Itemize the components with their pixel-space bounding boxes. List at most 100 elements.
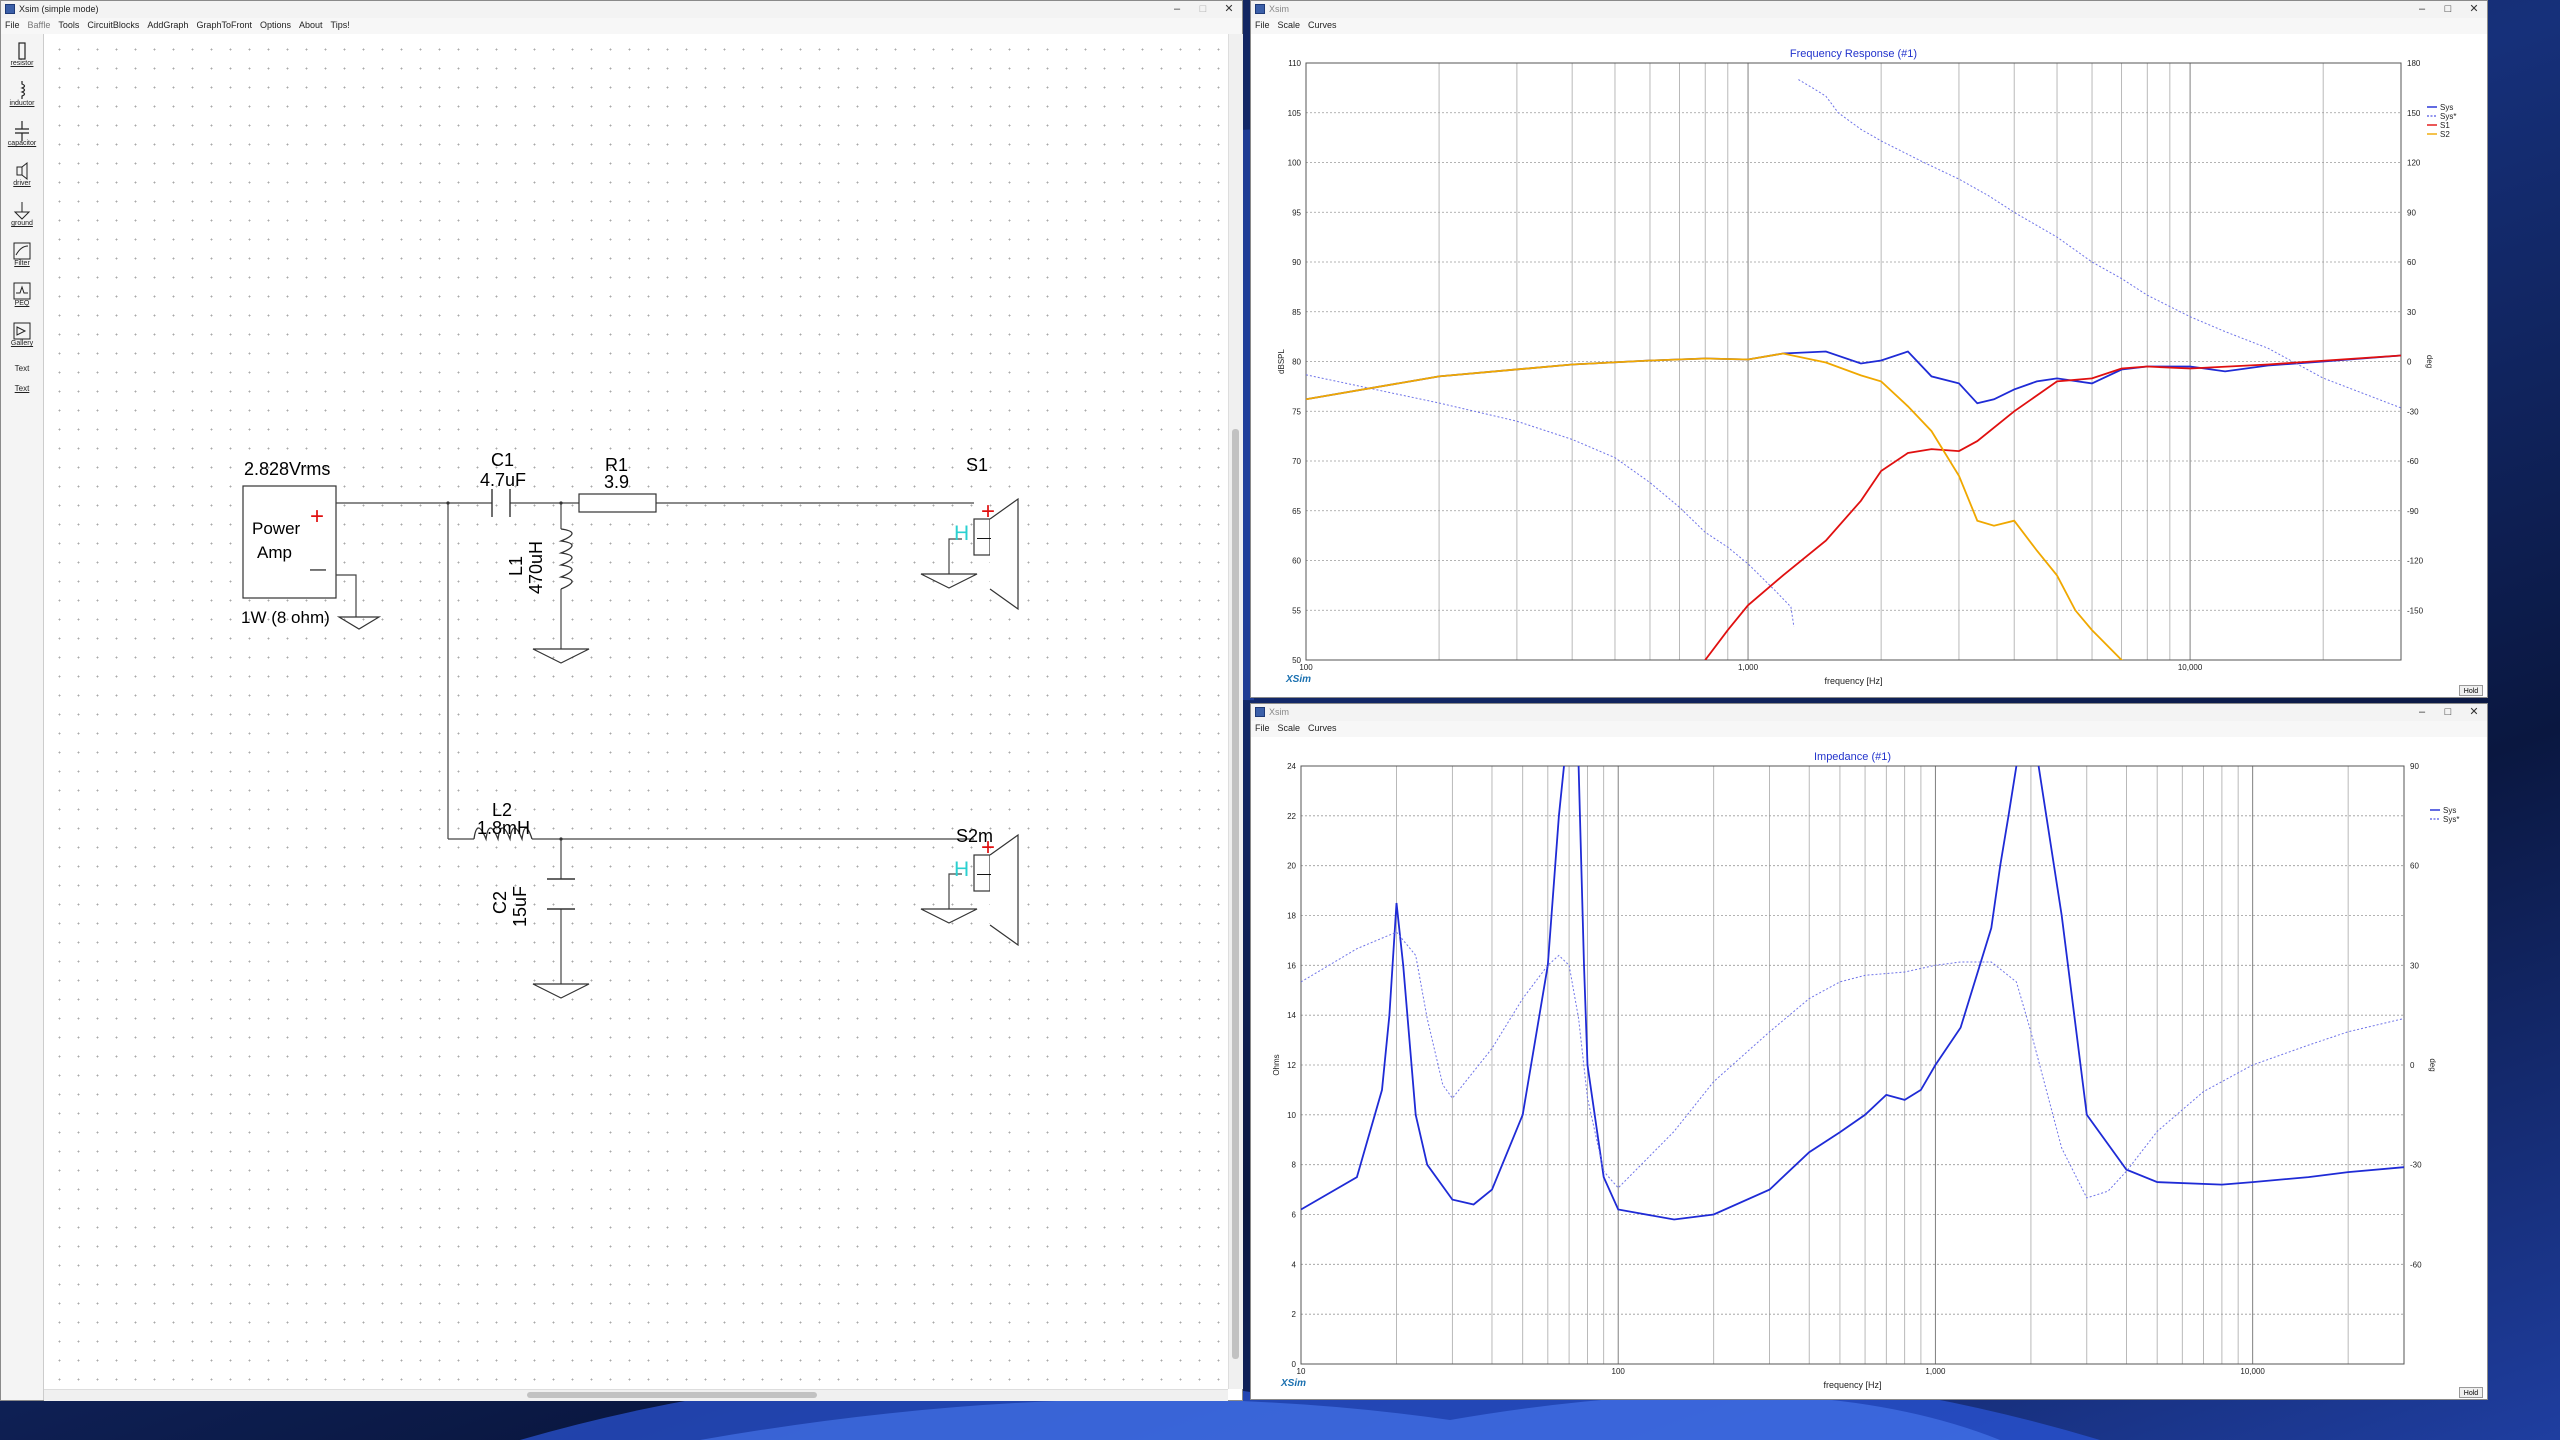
menu-graphtofront[interactable]: GraphToFront xyxy=(192,18,256,30)
chart-title: Frequency Response (#1) xyxy=(1790,48,1917,60)
main-menubar: File Baffle Tools CircuitBlocks AddGraph Grap… xyxy=(1,18,1242,34)
menu-file[interactable]: File xyxy=(1251,721,1274,733)
x-axis-label: frequency [Hz] xyxy=(1824,676,1882,686)
hold-button[interactable]: Hold xyxy=(2459,685,2483,696)
capacitor-c1[interactable]: C1 4.7uF xyxy=(480,450,526,517)
ground-l1 xyxy=(532,648,590,664)
maximize-button[interactable]: □ xyxy=(2435,704,2461,721)
power-amp[interactable]: 2.828Vrms Power Amp + — 1W (8 ohm) xyxy=(241,459,337,627)
menu-circuitblocks[interactable]: CircuitBlocks xyxy=(83,18,143,30)
vertical-scrollbar[interactable] xyxy=(1228,34,1243,1389)
tool-ground[interactable]: ground xyxy=(4,200,40,227)
tool-inductor[interactable]: inductor xyxy=(4,80,40,107)
xsim-main-window: Xsim (simple mode) – □ ✕ File Baffle Tools… xyxy=(0,0,1243,1401)
menu-scale[interactable]: Scale xyxy=(1274,18,1305,30)
close-button[interactable]: ✕ xyxy=(2461,704,2487,721)
menu-curves[interactable]: Curves xyxy=(1304,18,1341,30)
tool-filter[interactable]: Filter xyxy=(4,240,40,267)
y-tick-label: 105 xyxy=(1288,109,1302,118)
chart-background xyxy=(1251,34,2487,696)
menu-addgraph[interactable]: AddGraph xyxy=(143,18,192,30)
inductor-l2[interactable]: L2 1.8mH xyxy=(473,800,533,842)
tool-capacitor[interactable]: capacitor xyxy=(4,120,40,147)
minimize-button[interactable]: – xyxy=(1164,1,1190,18)
menu-scale[interactable]: Scale xyxy=(1274,721,1305,733)
tool-text[interactable]: Text xyxy=(4,360,40,373)
x-tick-label: 10,000 xyxy=(2178,663,2203,672)
text-icon: Text xyxy=(14,364,30,373)
inductor-icon xyxy=(11,80,33,102)
tool-driver[interactable]: driver xyxy=(4,160,40,187)
y-tick-label: 55 xyxy=(1292,606,1301,615)
y2-tick-label: -150 xyxy=(2407,606,2424,615)
capacitor-c2[interactable]: C2 15uF xyxy=(490,878,575,927)
minimize-button[interactable]: – xyxy=(2409,1,2435,18)
menu-curves[interactable]: Curves xyxy=(1304,721,1341,733)
y2-tick-label: 90 xyxy=(2410,762,2419,771)
ground-s1 xyxy=(920,573,978,589)
driver-s2m[interactable]: H + — S2m xyxy=(954,826,1019,947)
tool-peq[interactable]: PEQ xyxy=(4,280,40,307)
ground-s2 xyxy=(920,908,978,924)
y2-tick-label: 90 xyxy=(2407,208,2416,217)
tool-label: Filter xyxy=(14,260,30,267)
minimize-button[interactable]: – xyxy=(2409,704,2435,721)
c2-value: 15uF xyxy=(510,886,530,927)
menu-file[interactable]: File xyxy=(1,18,24,30)
legend-label: Sys xyxy=(2443,806,2456,815)
y-tick-label: 90 xyxy=(1292,258,1301,267)
maximize-button[interactable]: □ xyxy=(2435,1,2461,18)
y-tick-label: 4 xyxy=(1292,1260,1297,1269)
y2-tick-label: -60 xyxy=(2410,1260,2422,1269)
x-tick-label: 10,000 xyxy=(2240,1367,2265,1376)
amp-label-power: Power xyxy=(252,519,301,538)
hold-button[interactable]: Hold xyxy=(2459,1387,2483,1398)
frequency-graph-window: Xsim – □ ✕ File Scale Curves 110 105 100 95 90… xyxy=(1250,0,2488,698)
amp-voltage-label: 2.828Vrms xyxy=(244,459,330,479)
menu-options[interactable]: Options xyxy=(256,18,295,30)
y-tick-label: 70 xyxy=(1292,457,1301,466)
maximize-button[interactable]: □ xyxy=(1190,1,1216,18)
legend-label: S1 xyxy=(2440,121,2450,130)
menu-baffle[interactable]: Baffle xyxy=(24,18,55,30)
menu-tools[interactable]: Tools xyxy=(54,18,83,30)
y-tick-label: 95 xyxy=(1292,208,1301,217)
legend-label: Sys* xyxy=(2443,815,2459,824)
horizontal-scroll-thumb[interactable] xyxy=(527,1392,817,1398)
y2-tick-label: 0 xyxy=(2410,1061,2415,1070)
tool-resistor[interactable]: resistor xyxy=(4,40,40,67)
vertical-scroll-thumb[interactable] xyxy=(1232,429,1239,1359)
y-tick-label: 80 xyxy=(1292,358,1301,367)
inductor-l1[interactable]: L1 470uH xyxy=(506,528,573,594)
resistor-r1[interactable]: R1 3.9 xyxy=(578,455,657,513)
y2-axis-label: deg xyxy=(2425,355,2434,368)
legend-label: Sys xyxy=(2440,103,2453,112)
s1-plus: + xyxy=(981,498,995,525)
x-tick-label: 1,000 xyxy=(1738,663,1759,672)
close-button[interactable]: ✕ xyxy=(2461,1,2487,18)
c2-name: C2 xyxy=(490,891,510,914)
driver-s1[interactable]: H + — S1 xyxy=(954,455,1019,611)
l1-name: L1 xyxy=(506,556,526,576)
gallery-icon xyxy=(11,320,33,342)
schematic-canvas[interactable]: 2.828Vrms Power Amp + — 1W (8 ohm) C1 4.… xyxy=(44,34,1228,1389)
impedance-chart[interactable]: 2422201816141210864209060300-30-6010 100 1… xyxy=(1251,737,2487,1398)
frequency-response-chart[interactable]: 1101051009590858075706560555018015012090… xyxy=(1251,34,2487,696)
s2-name: S2m xyxy=(956,826,993,846)
close-button[interactable]: ✕ xyxy=(1216,1,1242,18)
l2-name: L2 xyxy=(492,800,512,820)
legend-label: Sys* xyxy=(2440,112,2456,121)
menu-about[interactable]: About xyxy=(295,18,327,30)
y2-tick-label: 120 xyxy=(2407,159,2421,168)
tool-text-underline[interactable]: Text xyxy=(4,380,40,393)
tool-gallery[interactable]: Gallery xyxy=(4,320,40,347)
y-tick-label: 110 xyxy=(1288,59,1301,68)
menu-file[interactable]: File xyxy=(1251,18,1274,30)
y-tick-label: 10 xyxy=(1287,1111,1296,1120)
menu-tips[interactable]: Tips! xyxy=(327,18,354,30)
y-tick-label: 100 xyxy=(1288,159,1302,168)
amp-power-rating: 1W (8 ohm) xyxy=(241,608,330,627)
horizontal-scrollbar[interactable] xyxy=(44,1389,1228,1401)
y2-tick-label: 30 xyxy=(2410,961,2419,970)
y-tick-label: 12 xyxy=(1287,1061,1296,1070)
